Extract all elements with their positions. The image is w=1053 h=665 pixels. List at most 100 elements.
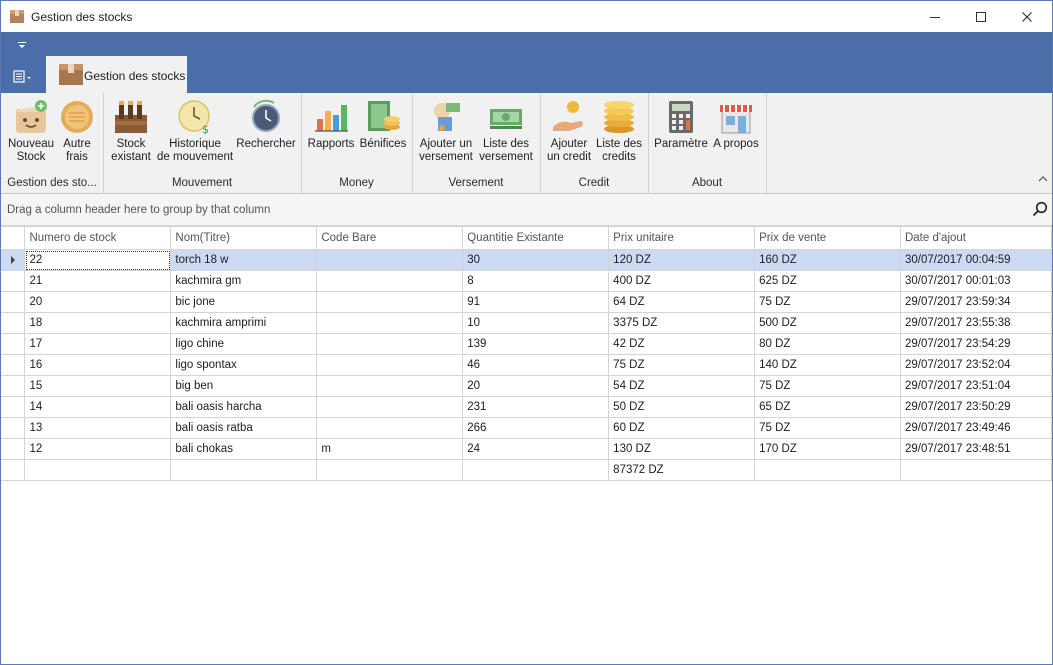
cell-nom[interactable]: bali oasis ratba [170, 417, 318, 439]
a-propos-button[interactable]: A propos [712, 99, 760, 169]
cell-numero[interactable]: 17 [24, 333, 172, 355]
column-header-numero[interactable]: Numero de stock [24, 226, 172, 250]
cell-prix-vente[interactable]: 80 DZ [754, 333, 901, 355]
cell-numero[interactable]: 18 [24, 312, 172, 334]
cell-quantite[interactable]: 30 [462, 249, 610, 271]
cell-nom[interactable]: bali chokas [170, 438, 318, 460]
search-icon[interactable] [1032, 201, 1048, 217]
table-row[interactable]: 13 bali oasis ratba 266 60 DZ 75 DZ 29/0… [1, 417, 1052, 439]
cell-nom[interactable]: torch 18 w [170, 249, 318, 271]
historique-mouvement-button[interactable]: $ Historique de mouvement [157, 99, 233, 169]
cell-date-ajout[interactable]: 29/07/2017 23:54:29 [899, 333, 1052, 355]
column-header-nom[interactable]: Nom(Titre) [170, 226, 318, 250]
cell-numero[interactable]: 12 [24, 438, 172, 460]
customize-dropdown-icon[interactable] [16, 40, 28, 50]
cell-quantite[interactable]: 10 [462, 312, 610, 334]
group-by-panel[interactable]: Drag a column header here to group by th… [1, 194, 1052, 226]
cell-code-bare[interactable] [316, 249, 464, 271]
cell-nom[interactable]: kachmira amprimi [170, 312, 318, 334]
cell-quantite[interactable]: 231 [462, 396, 610, 418]
cell-numero[interactable]: 13 [24, 417, 172, 439]
column-header-code-bare[interactable]: Code Bare [316, 226, 464, 250]
cell-prix-unitaire[interactable]: 400 DZ [608, 270, 756, 292]
cell-prix-vente[interactable]: 75 DZ [754, 417, 901, 439]
autre-frais-button[interactable]: Autre frais [57, 99, 97, 169]
cell-code-bare[interactable] [316, 291, 464, 313]
cell-code-bare[interactable] [316, 333, 464, 355]
cell-prix-vente[interactable]: 65 DZ [754, 396, 901, 418]
parametre-button[interactable]: Paramètre [654, 99, 708, 169]
cell-code-bare[interactable] [316, 270, 464, 292]
cell-date-ajout[interactable]: 30/07/2017 00:01:03 [899, 270, 1052, 292]
cell-nom[interactable]: bic jone [170, 291, 318, 313]
cell-date-ajout[interactable]: 29/07/2017 23:59:34 [899, 291, 1052, 313]
close-button[interactable] [1004, 1, 1050, 32]
cell-nom[interactable]: bali oasis harcha [170, 396, 318, 418]
rapports-button[interactable]: Rapports [307, 99, 355, 169]
cell-date-ajout[interactable]: 29/07/2017 23:50:29 [899, 396, 1052, 418]
minimize-button[interactable] [912, 1, 958, 32]
cell-nom[interactable]: kachmira gm [170, 270, 318, 292]
liste-credits-button[interactable]: Liste des credits [594, 99, 644, 169]
cell-date-ajout[interactable]: 29/07/2017 23:52:04 [899, 354, 1052, 376]
cell-prix-vente[interactable]: 140 DZ [754, 354, 901, 376]
cell-prix-vente[interactable]: 625 DZ [754, 270, 901, 292]
cell-prix-vente[interactable]: 75 DZ [754, 375, 901, 397]
benifices-button[interactable]: Bénifices [359, 99, 407, 169]
cell-code-bare[interactable] [316, 396, 464, 418]
cell-numero[interactable]: 22 [24, 249, 172, 271]
table-row[interactable]: 18 kachmira amprimi 10 3375 DZ 500 DZ 29… [1, 312, 1052, 334]
liste-versement-button[interactable]: Liste des versement [476, 99, 536, 169]
cell-quantite[interactable]: 20 [462, 375, 610, 397]
cell-code-bare[interactable] [316, 312, 464, 334]
cell-date-ajout[interactable]: 29/07/2017 23:48:51 [899, 438, 1052, 460]
cell-code-bare[interactable]: m [316, 438, 464, 460]
column-header-date-ajout[interactable]: Date d'ajout [899, 226, 1052, 250]
cell-prix-unitaire[interactable]: 130 DZ [608, 438, 756, 460]
cell-numero[interactable]: 14 [24, 396, 172, 418]
cell-prix-vente[interactable]: 160 DZ [754, 249, 901, 271]
application-menu-icon[interactable] [11, 68, 35, 84]
cell-numero[interactable]: 21 [24, 270, 172, 292]
cell-nom[interactable]: big ben [170, 375, 318, 397]
cell-prix-unitaire[interactable]: 50 DZ [608, 396, 756, 418]
table-row[interactable]: 22 torch 18 w 30 120 DZ 160 DZ 30/07/201… [1, 249, 1052, 271]
table-row[interactable]: 16 ligo spontax 46 75 DZ 140 DZ 29/07/20… [1, 354, 1052, 376]
cell-quantite[interactable]: 46 [462, 354, 610, 376]
cell-prix-unitaire[interactable]: 120 DZ [608, 249, 756, 271]
column-header-prix-vente[interactable]: Prix de vente [754, 226, 901, 250]
maximize-button[interactable] [958, 1, 1004, 32]
cell-prix-vente[interactable]: 75 DZ [754, 291, 901, 313]
table-row[interactable]: 15 big ben 20 54 DZ 75 DZ 29/07/2017 23:… [1, 375, 1052, 397]
cell-prix-unitaire[interactable]: 42 DZ [608, 333, 756, 355]
cell-quantite[interactable]: 8 [462, 270, 610, 292]
column-header-prix-unitaire[interactable]: Prix unitaire [608, 226, 756, 250]
cell-prix-unitaire[interactable]: 75 DZ [608, 354, 756, 376]
table-row[interactable]: 12 bali chokas m 24 130 DZ 170 DZ 29/07/… [1, 438, 1052, 460]
cell-code-bare[interactable] [316, 417, 464, 439]
cell-quantite[interactable]: 91 [462, 291, 610, 313]
rechercher-button[interactable]: Rechercher [235, 99, 297, 169]
table-row[interactable]: 21 kachmira gm 8 400 DZ 625 DZ 30/07/201… [1, 270, 1052, 292]
cell-prix-unitaire[interactable]: 64 DZ [608, 291, 756, 313]
cell-date-ajout[interactable]: 30/07/2017 00:04:59 [899, 249, 1052, 271]
cell-prix-unitaire[interactable]: 60 DZ [608, 417, 756, 439]
cell-nom[interactable]: ligo chine [170, 333, 318, 355]
cell-prix-unitaire[interactable]: 3375 DZ [608, 312, 756, 334]
cell-nom[interactable]: ligo spontax [170, 354, 318, 376]
table-row[interactable]: 14 bali oasis harcha 231 50 DZ 65 DZ 29/… [1, 396, 1052, 418]
cell-numero[interactable]: 15 [24, 375, 172, 397]
cell-prix-vente[interactable]: 500 DZ [754, 312, 901, 334]
cell-quantite[interactable]: 139 [462, 333, 610, 355]
cell-quantite[interactable]: 266 [462, 417, 610, 439]
collapse-ribbon-icon[interactable] [1038, 175, 1048, 183]
table-row[interactable]: 20 bic jone 91 64 DZ 75 DZ 29/07/2017 23… [1, 291, 1052, 313]
cell-prix-unitaire[interactable]: 54 DZ [608, 375, 756, 397]
tab-gestion-des-stocks[interactable]: Gestion des stocks [46, 56, 187, 93]
cell-code-bare[interactable] [316, 375, 464, 397]
cell-quantite[interactable]: 24 [462, 438, 610, 460]
cell-date-ajout[interactable]: 29/07/2017 23:51:04 [899, 375, 1052, 397]
column-header-quantite[interactable]: Quantitie Existante [462, 226, 610, 250]
cell-prix-vente[interactable]: 170 DZ [754, 438, 901, 460]
table-row[interactable]: 17 ligo chine 139 42 DZ 80 DZ 29/07/2017… [1, 333, 1052, 355]
